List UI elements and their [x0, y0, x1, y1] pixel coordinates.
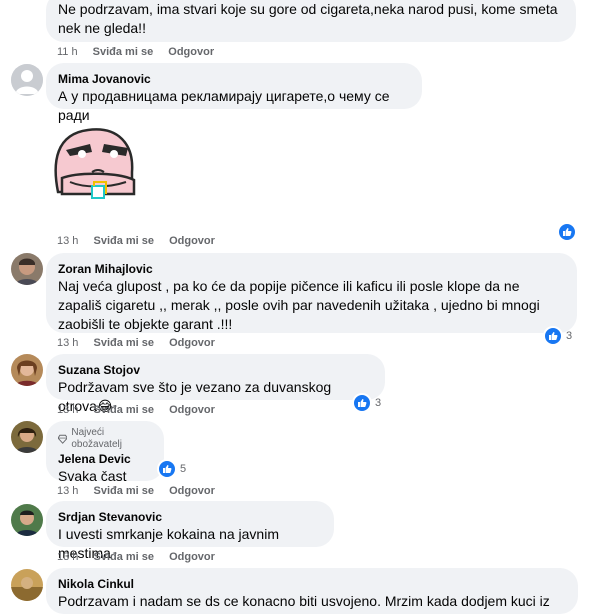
like-button[interactable]: Sviđa mi se [93, 551, 154, 563]
comment-bubble: Najveći obožavatelj Jelena Devic Svaka č… [46, 421, 164, 484]
comment-author[interactable]: Mima Jovanovic [58, 71, 410, 87]
avatar[interactable] [11, 504, 43, 536]
angry-sticker [48, 122, 144, 200]
comment-time[interactable]: 13 h [57, 337, 78, 349]
comment-time[interactable]: 13 h [57, 404, 78, 416]
comment-actions: 13 h Sviđa mi se Odgovor [57, 403, 227, 417]
like-button[interactable]: Sviđa mi se [93, 485, 154, 497]
comment-author[interactable]: Zoran Mihajlovic [58, 261, 565, 277]
avatar-photo [11, 354, 43, 386]
comment-time[interactable]: 13 h [57, 235, 78, 247]
comment-actions: 13 h Sviđa mi se Odgovor [57, 484, 227, 498]
avatar[interactable] [11, 354, 43, 386]
reply-button[interactable]: Odgovor [169, 404, 215, 416]
comment-text: А у продавницама рекламирају цигарете,о … [58, 88, 390, 123]
default-avatar-icon [11, 64, 43, 96]
like-button[interactable]: Sviđa mi se [93, 404, 154, 416]
avatar-photo [11, 569, 43, 601]
comment-author[interactable]: Suzana Stojov [58, 362, 373, 378]
comment-actions: 11 h Sviđa mi se Odgovor [57, 45, 226, 59]
reply-button[interactable]: Odgovor [169, 337, 215, 349]
reaction-summary[interactable]: 3 [543, 326, 572, 346]
avatar-photo [11, 504, 43, 536]
like-icon [543, 326, 563, 346]
like-button[interactable]: Sviđa mi se [93, 235, 154, 247]
comment-bubble: Srdjan Stevanovic I uvesti smrkanje koka… [46, 501, 334, 561]
comment-bubble: Ne podrzavam, ima stvari koje su gore od… [46, 0, 576, 42]
like-button[interactable]: Sviđa mi se [93, 337, 154, 349]
comment-text: Ne podrzavam, ima stvari koje su gore od… [58, 1, 558, 36]
comment-bubble: Zoran Mihajlovic Naj veća glupost , pa k… [46, 253, 577, 333]
comment-time[interactable]: 11 h [57, 46, 78, 58]
comment-time[interactable]: 13 h [57, 485, 78, 497]
reaction-summary[interactable]: 3 [352, 393, 381, 413]
comment-author[interactable]: Nikola Cinkul [58, 576, 566, 592]
reaction-summary[interactable]: 5 [157, 459, 186, 479]
like-icon [157, 459, 177, 479]
comment-actions: 13 h Sviđa mi se Odgovor [57, 550, 227, 564]
comment-bubble: Nikola Cinkul Podrzavam i nadam se ds ce… [46, 568, 578, 614]
reply-button[interactable]: Odgovor [169, 485, 215, 497]
avatar[interactable] [11, 64, 43, 96]
badge-label: Najveći obožavatelj [71, 427, 122, 450]
avatar-photo [11, 421, 43, 453]
avatar[interactable] [11, 569, 43, 601]
reply-button[interactable]: Odgovor [169, 551, 215, 563]
like-button[interactable]: Sviđa mi se [93, 46, 154, 58]
comment-author[interactable]: Jelena Devic [58, 451, 152, 467]
like-icon [557, 222, 577, 242]
comment-time[interactable]: 13 h [57, 551, 78, 563]
comment-text: Naj veća glupost , pa ko će da popije pi… [58, 278, 540, 332]
avatar[interactable] [11, 421, 43, 453]
comment-text: Podrzavam i nadam se ds ce konacno biti … [58, 593, 550, 609]
reaction-count: 3 [566, 330, 573, 342]
comment-bubble: Suzana Stojov Podržavam sve što je vezan… [46, 354, 385, 414]
like-icon [352, 393, 372, 413]
reply-button[interactable]: Odgovor [168, 46, 214, 58]
avatar-photo [11, 253, 43, 285]
comment-bubble: Mima Jovanovic А у продавницама рекламир… [46, 63, 422, 123]
comment-actions: 13 h Sviđa mi se Odgovor [57, 234, 227, 248]
top-fan-badge: Najveći obožavatelj [58, 427, 152, 451]
comment-author[interactable]: Srdjan Stevanovic [58, 509, 322, 525]
reaction-count: 5 [180, 463, 187, 475]
comment-actions: 13 h Sviđa mi se Odgovor [57, 336, 227, 350]
reaction-count: 3 [375, 397, 382, 409]
diamond-icon [58, 434, 68, 444]
reaction-summary[interactable] [557, 222, 577, 242]
reply-button[interactable]: Odgovor [169, 235, 215, 247]
avatar[interactable] [11, 253, 43, 285]
